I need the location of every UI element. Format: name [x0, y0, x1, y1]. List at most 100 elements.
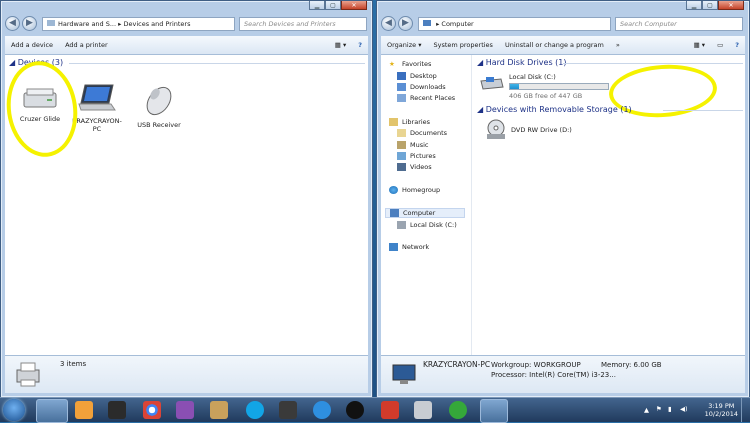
- command-bar: Organize ▾ System properties Uninstall o…: [381, 36, 745, 55]
- music-icon: [397, 141, 406, 149]
- removable-storage-heading[interactable]: ◢ Devices with Removable Storage (1): [477, 105, 743, 114]
- nav-recent-places[interactable]: Recent Places: [397, 94, 455, 102]
- utorrent-icon[interactable]: [449, 401, 467, 419]
- devices-group-heading[interactable]: ◢ Devices (3): [9, 58, 365, 67]
- nav-homegroup[interactable]: Homegroup: [389, 186, 440, 194]
- drive-dvd-rw-d[interactable]: DVD RW Drive (D:): [485, 119, 572, 141]
- drive-free-space: 406 GB free of 447 GB: [509, 92, 583, 100]
- system-properties-button[interactable]: System properties: [427, 41, 498, 49]
- maximize-button[interactable]: ▢: [702, 1, 718, 10]
- back-button[interactable]: ◀: [381, 16, 396, 31]
- network-tool-icon[interactable]: [414, 401, 432, 419]
- address-bar[interactable]: Hardware and S... ▸ Devices and Printers: [42, 17, 235, 31]
- hard-drive-icon: [397, 221, 406, 229]
- nav-pictures[interactable]: Pictures: [397, 152, 436, 160]
- camera-icon[interactable]: [279, 401, 297, 419]
- nav-downloads[interactable]: Downloads: [397, 83, 446, 91]
- search-input[interactable]: Search Devices and Printers: [239, 17, 367, 31]
- pictures-icon: [397, 152, 406, 160]
- volume-icon[interactable]: ◀): [680, 405, 688, 413]
- device-usb-receiver[interactable]: USB Receiver: [133, 83, 185, 129]
- search-input[interactable]: Search Computer: [615, 17, 743, 31]
- breadcrumb-hardware[interactable]: Hardware and S...: [58, 20, 116, 28]
- forward-button[interactable]: ▶: [398, 16, 413, 31]
- computer-monitor-icon: [392, 364, 416, 384]
- details-pane: 3 items: [5, 355, 368, 393]
- add-device-button[interactable]: Add a device: [5, 41, 59, 49]
- nav-computer[interactable]: Computer: [385, 208, 465, 218]
- nav-videos[interactable]: Videos: [397, 163, 432, 171]
- archive-icon[interactable]: [176, 401, 194, 419]
- videos-icon: [397, 163, 406, 171]
- back-button[interactable]: ◀: [5, 16, 20, 31]
- recent-places-icon: [397, 94, 406, 102]
- skype-icon[interactable]: [246, 401, 264, 419]
- device-krazycrayon-pc[interactable]: KRAZYCRAYON-PC: [71, 83, 123, 133]
- help-icon[interactable]: ?: [729, 41, 745, 49]
- uninstall-program-button[interactable]: Uninstall or change a program: [499, 41, 610, 49]
- disk-usage-fill: [510, 84, 519, 89]
- nav-music[interactable]: Music: [397, 141, 429, 149]
- computer-taskbar-icon[interactable]: [480, 399, 508, 423]
- nav-documents[interactable]: Documents: [397, 129, 447, 137]
- processor: Processor: Intel(R) Core(TM) i3-23...: [491, 371, 616, 379]
- help-icon[interactable]: ?: [352, 41, 368, 49]
- search-placeholder: Search Devices and Printers: [244, 20, 336, 28]
- address-row: ◀ ▶ ▸ Computer Search Computer: [381, 14, 745, 34]
- divider: [563, 63, 743, 64]
- mouse-icon: [146, 86, 172, 116]
- breadcrumb-devices[interactable]: Devices and Printers: [124, 20, 191, 28]
- computer-icon: [423, 20, 431, 26]
- breadcrumb-computer[interactable]: Computer: [441, 20, 473, 28]
- nav-favorites[interactable]: ★ Favorites: [389, 60, 431, 68]
- more-options-icon[interactable]: »: [610, 41, 626, 49]
- downloads-icon: [397, 83, 406, 91]
- network-status-icon[interactable]: ▮: [668, 405, 672, 413]
- navigation-pane: ★ Favorites Desktop Downloads Recent Plac…: [381, 55, 472, 355]
- start-button[interactable]: [3, 399, 25, 421]
- drive-local-disk-c[interactable]: Local Disk (C:) 406 GB free of 447 GB: [479, 73, 609, 100]
- star-icon: ★: [389, 60, 395, 68]
- address-bar[interactable]: ▸ Computer: [418, 17, 611, 31]
- folder-icon: [47, 20, 55, 26]
- clock[interactable]: 3:19 PM 10/2/2014: [705, 402, 738, 418]
- nav-network[interactable]: Network: [389, 243, 429, 251]
- close-button[interactable]: ✕: [718, 1, 744, 10]
- preview-pane-icon[interactable]: ▭: [711, 41, 729, 49]
- hard-drive-icon: [480, 77, 504, 90]
- chrome-icon[interactable]: [143, 401, 161, 419]
- show-hidden-icons-icon[interactable]: ▲: [644, 406, 649, 414]
- hard-disk-drives-heading[interactable]: ◢ Hard Disk Drives (1): [477, 58, 743, 67]
- collapse-arrow-icon: ◢: [9, 58, 16, 67]
- flag-icon[interactable]: ⚑: [656, 405, 662, 413]
- nav-local-disk[interactable]: Local Disk (C:): [397, 221, 457, 229]
- app-icon[interactable]: [381, 401, 399, 419]
- media-player-icon[interactable]: [75, 401, 93, 419]
- minimize-button[interactable]: ▁: [309, 1, 325, 10]
- divider: [663, 110, 743, 111]
- view-options-icon[interactable]: ▦ ▾: [329, 41, 352, 49]
- show-desktop-button[interactable]: [741, 398, 750, 422]
- obs-icon[interactable]: [346, 401, 364, 419]
- computer-name: KRAZYCRAYON-PC: [423, 360, 491, 369]
- drive-tool-icon[interactable]: [210, 401, 228, 419]
- details-pane: KRAZYCRAYON-PC Workgroup: WORKGROUP Memo…: [381, 355, 745, 393]
- explorer-taskbar-icon[interactable]: [36, 399, 68, 423]
- drive-name: DVD RW Drive (D:): [511, 126, 572, 134]
- laptop-icon: [78, 84, 116, 111]
- add-printer-button[interactable]: Add a printer: [59, 41, 114, 49]
- close-button[interactable]: ✕: [341, 1, 367, 10]
- video-icon[interactable]: [108, 401, 126, 419]
- maximize-button[interactable]: ▢: [325, 1, 341, 10]
- nav-libraries[interactable]: Libraries: [389, 118, 430, 126]
- computer-pane: ★ Favorites Desktop Downloads Recent Plac…: [381, 55, 745, 355]
- window-controls: ▁ ▢ ✕: [309, 1, 367, 10]
- minimize-button[interactable]: ▁: [686, 1, 702, 10]
- forward-button[interactable]: ▶: [22, 16, 37, 31]
- view-options-icon[interactable]: ▦ ▾: [688, 41, 711, 49]
- taskbar: ▲ ⚑ ▮ ◀) 3:19 PM 10/2/2014: [0, 397, 750, 423]
- organize-button[interactable]: Organize ▾: [381, 41, 427, 49]
- nav-desktop[interactable]: Desktop: [397, 72, 437, 80]
- itunes-icon[interactable]: [313, 401, 331, 419]
- command-bar: Add a device Add a printer ▦ ▾ ?: [5, 36, 368, 55]
